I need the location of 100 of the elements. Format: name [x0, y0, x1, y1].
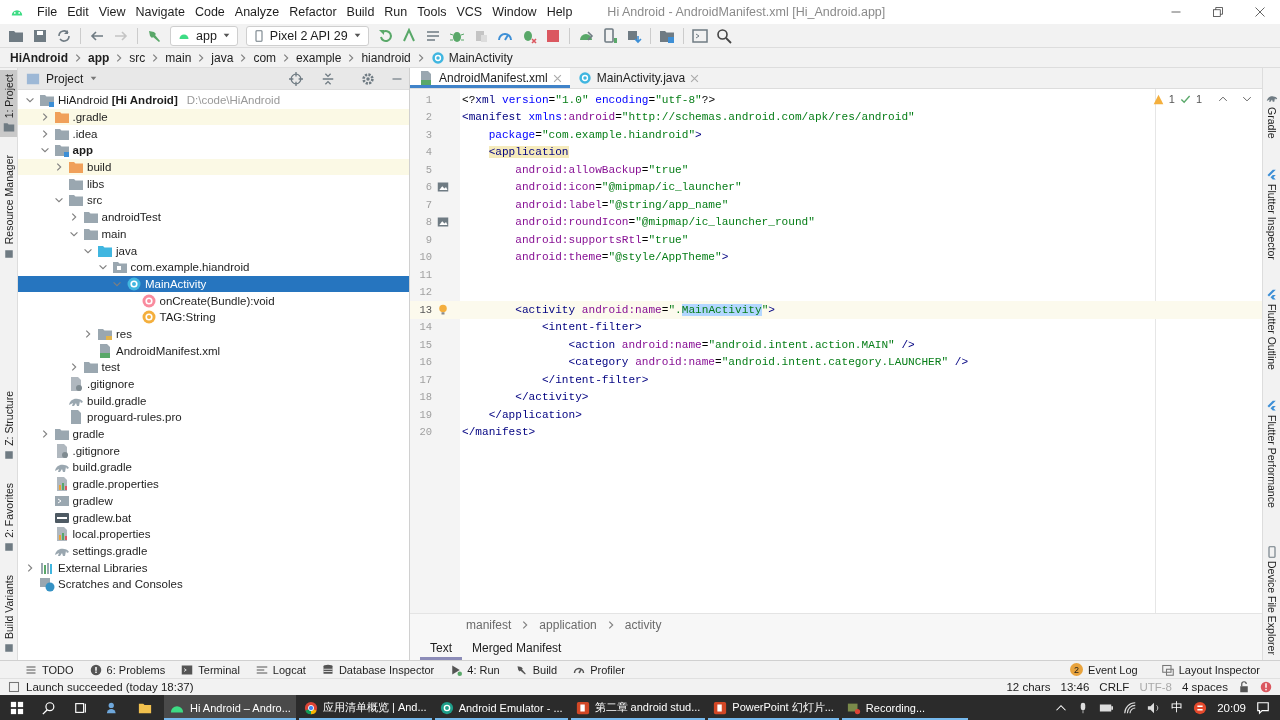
breadcrumb-item[interactable]: java	[211, 50, 234, 65]
tool-window-button[interactable]: Database Inspector	[321, 663, 435, 676]
tree-item[interactable]: settings.gradle	[18, 542, 409, 560]
tree-item[interactable]: libs	[18, 175, 409, 193]
menu-item[interactable]: Analyze	[229, 5, 285, 19]
tool-window-button[interactable]: 4: Run	[450, 663, 500, 676]
task-view-icon[interactable]	[74, 700, 88, 715]
tool-window-tab[interactable]: 2: Favorites	[0, 479, 17, 557]
tree-item[interactable]: AndroidManifest.xml	[18, 342, 409, 359]
status-item[interactable]: CRLF	[1099, 681, 1130, 693]
tool-window-tab[interactable]: 1: Project	[0, 70, 17, 138]
tool-window-tab[interactable]: Resource Manager	[0, 151, 17, 264]
taskbar-button[interactable]: PowerPoint 幻灯片...	[708, 695, 839, 720]
tree-item[interactable]: gradlew	[18, 492, 409, 510]
breadcrumb-item[interactable]: HiAndroid	[10, 50, 68, 65]
tree-item[interactable]: onCreate(Bundle):void	[18, 292, 409, 309]
tree-item[interactable]: Scratches and Consoles	[18, 575, 409, 593]
sync-icon[interactable]	[56, 27, 72, 44]
project-view-dropdown[interactable]: Project	[26, 71, 99, 86]
tree-item[interactable]: gradle.properties	[18, 475, 409, 493]
phone-icon[interactable]	[601, 27, 618, 44]
breadcrumb-item[interactable]: activity	[624, 618, 662, 632]
close-icon[interactable]	[1254, 6, 1266, 18]
lock-icon[interactable]	[1238, 681, 1250, 693]
taskbar-button[interactable]: Android Emulator - ...	[434, 695, 568, 720]
breadcrumb-item[interactable]: main	[165, 50, 192, 65]
tree-item[interactable]: main	[18, 225, 409, 243]
tool-window-button[interactable]: Profiler	[573, 663, 625, 676]
tree-item[interactable]: androidTest	[18, 208, 409, 226]
tree-item[interactable]: gradlew.bat	[18, 509, 409, 526]
tree-item[interactable]: .gitignore	[18, 442, 409, 460]
menu-item[interactable]: Run	[379, 5, 413, 19]
tool-window-tab[interactable]: Device File Explorer	[1263, 542, 1280, 660]
breadcrumb-item[interactable]: MainActivity	[430, 50, 513, 65]
tree-item[interactable]: build.gradle	[18, 459, 409, 476]
settings-icon[interactable]	[361, 71, 375, 86]
tool-window-button[interactable]: Terminal	[181, 663, 240, 676]
menu-item[interactable]: Navigate	[130, 5, 190, 19]
status-item[interactable]: 13:46	[1060, 681, 1090, 693]
tool-window-button[interactable]: TODO	[25, 663, 74, 676]
tool-window-button[interactable]: 2 Event Log	[1070, 663, 1138, 676]
window-icon[interactable]	[691, 27, 708, 44]
tool-window-tab[interactable]: Gradle	[1263, 88, 1280, 143]
menu-item[interactable]: Refactor	[284, 5, 342, 19]
tree-item[interactable]: test	[18, 359, 409, 376]
notification-icon[interactable]	[1256, 700, 1270, 715]
menu-item[interactable]: Edit	[62, 5, 94, 19]
tree-item[interactable]: External Libraries	[18, 559, 409, 576]
breadcrumb-item[interactable]: src	[129, 50, 146, 65]
stop-icon[interactable]	[544, 27, 561, 44]
tree-item[interactable]: java	[18, 242, 409, 259]
breadcrumb-item[interactable]: com	[253, 50, 277, 65]
run-config-dropdown[interactable]: app	[170, 25, 238, 46]
tree-item[interactable]: TAG:String	[18, 308, 409, 326]
taskbar-button[interactable]: Hi Android – Andro...	[164, 695, 296, 720]
tool-window-button[interactable]: Build	[515, 663, 558, 676]
tree-item[interactable]: .gradle	[18, 108, 409, 126]
editor-tab[interactable]: AndroidManifest.xml	[410, 68, 570, 88]
target-icon[interactable]	[289, 71, 303, 86]
lightbulb-icon[interactable]	[437, 303, 449, 316]
save-icon[interactable]	[32, 27, 48, 44]
error-icon[interactable]	[1260, 681, 1272, 693]
tree-item[interactable]: com.example.hiandroid	[18, 258, 409, 276]
tree-item[interactable]: HiAndroid [Hi Android] D:\code\HiAndroid	[18, 92, 409, 109]
menu-item[interactable]: File	[32, 5, 63, 19]
menu-item[interactable]: Window	[487, 5, 542, 19]
tool-window-button[interactable]: Layout Inspector	[1161, 663, 1260, 676]
panel-toggle-icon[interactable]	[8, 681, 20, 693]
breadcrumb-item[interactable]: app	[88, 50, 110, 65]
tool-window-button[interactable]: Logcat	[255, 663, 306, 676]
tree-item[interactable]: .idea	[18, 125, 409, 143]
device-dropdown[interactable]: Pixel 2 API 29	[245, 25, 369, 46]
search-icon[interactable]	[42, 700, 56, 715]
tree-item[interactable]: app	[18, 142, 409, 159]
menu-item[interactable]: Code	[189, 5, 230, 19]
tool-window-tab[interactable]: Build Variants	[0, 571, 17, 658]
menu-item[interactable]: Help	[541, 5, 578, 19]
search-icon[interactable]	[715, 27, 732, 44]
tool-window-tab[interactable]: Flutter Outline	[1263, 285, 1280, 375]
restore-icon[interactable]	[1212, 6, 1224, 18]
input-method-icon[interactable]	[1193, 700, 1208, 715]
editor-tab[interactable]: MainActivity.java	[569, 68, 708, 88]
tree-item[interactable]: src	[18, 192, 409, 209]
tool-window-tab[interactable]: Flutter Performance	[1263, 396, 1280, 513]
menu-item[interactable]: VCS	[451, 5, 488, 19]
tree-item[interactable]: build	[18, 158, 409, 176]
tool-window-button[interactable]: 6: Problems	[89, 663, 166, 676]
tree-item[interactable]: proguard-rules.pro	[18, 409, 409, 426]
menu-item[interactable]: View	[93, 5, 131, 19]
status-item[interactable]: 4 spaces	[1181, 681, 1228, 693]
breadcrumb-item[interactable]: application	[539, 618, 597, 632]
start-icon[interactable]	[10, 700, 24, 715]
menu-item[interactable]: Build	[341, 5, 380, 19]
tool-window-tab[interactable]: Flutter Inspector	[1263, 164, 1280, 264]
tree-item[interactable]: .gitignore	[18, 375, 409, 393]
breadcrumb-item[interactable]: manifest	[466, 618, 512, 632]
collapse-icon[interactable]	[321, 71, 335, 86]
tree-item[interactable]: gradle	[18, 425, 409, 443]
tree-item[interactable]: build.gradle	[18, 392, 409, 410]
breadcrumb-item[interactable]: example	[296, 50, 342, 65]
